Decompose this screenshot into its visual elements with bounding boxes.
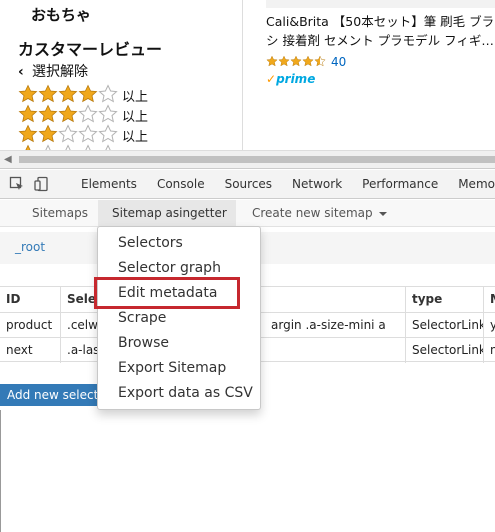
scrollbar-thumb[interactable] xyxy=(19,156,495,163)
star-icon xyxy=(290,55,302,67)
clear-selection-link[interactable]: ‹ 選択解除 xyxy=(18,61,88,81)
review-count[interactable]: 40 xyxy=(331,55,346,69)
star-icon xyxy=(38,104,58,122)
breadcrumb-root[interactable]: _root xyxy=(15,240,45,254)
amazon-page: おもちゃ カスタマーレビュー ‹選択解除 以上以上以上以上 Cali&Brita… xyxy=(0,0,495,150)
menu-item-selectors[interactable]: Selectors xyxy=(98,231,260,256)
product-rating[interactable]: 40 xyxy=(266,52,346,71)
row-selector-tail: argin .a-size-mini a xyxy=(271,318,386,332)
prime-badge: ✓prime xyxy=(266,72,315,86)
star-icon xyxy=(278,55,290,67)
caret-down-icon xyxy=(379,211,388,216)
chevron-left-icon: ‹ xyxy=(18,64,24,80)
tab-network[interactable]: Network xyxy=(282,177,352,191)
nav-sitemap-menu[interactable]: Sitemap asingetter xyxy=(98,200,236,243)
add-new-selector-button[interactable]: Add new selector xyxy=(0,384,100,406)
tab-console[interactable]: Console xyxy=(147,177,215,191)
inspect-element-icon[interactable] xyxy=(9,175,25,193)
menu-item-export-csv[interactable]: Export data as CSV xyxy=(98,381,260,406)
clear-selection-label: 選択解除 xyxy=(32,64,88,80)
product-stars xyxy=(266,52,326,71)
nav-sitemap-menu-label: Sitemap asingetter xyxy=(112,206,227,220)
product-title[interactable]: Cali&Brita 【50本セット】筆 刷毛 ブラシ 接着剤 セメント プラモ… xyxy=(266,12,495,50)
star-icon xyxy=(314,55,326,67)
category-toy-link[interactable]: おもちゃ xyxy=(31,4,91,25)
product-image[interactable] xyxy=(266,0,495,8)
prime-check-icon: ✓ xyxy=(266,72,277,86)
menu-item-browse[interactable]: Browse xyxy=(98,331,260,356)
nav-create-sitemap[interactable]: Create new sitemap xyxy=(252,200,388,227)
row-type: SelectorLink xyxy=(405,338,483,363)
rating-filter-label: 以上 xyxy=(122,89,149,105)
annotation-highlight-box xyxy=(94,277,240,309)
star-icon xyxy=(78,103,98,122)
rating-filter-label: 以上 xyxy=(122,129,149,145)
star-icon xyxy=(58,104,78,122)
panel-edge xyxy=(0,410,1,532)
menu-item-scrape[interactable]: Scrape xyxy=(98,306,260,331)
star-icon xyxy=(98,83,118,102)
header-id: ID xyxy=(6,292,21,306)
customer-reviews-heading: カスタマーレビュー xyxy=(18,40,163,59)
star-icon xyxy=(266,55,278,67)
star-icon xyxy=(18,84,38,102)
prime-label: prime xyxy=(276,72,316,86)
tab-memory[interactable]: Memory xyxy=(448,177,495,191)
star-icon xyxy=(98,123,118,142)
header-multiple: M xyxy=(483,287,495,312)
row-id: next xyxy=(6,343,33,357)
star-icon xyxy=(18,124,38,142)
nav-create-sitemap-label: Create new sitemap xyxy=(252,206,373,220)
menu-item-export-sitemap[interactable]: Export Sitemap xyxy=(98,356,260,381)
star-icon xyxy=(18,104,38,122)
star-icon xyxy=(78,123,98,142)
product-card: Cali&Brita 【50本セット】筆 刷毛 ブラシ 接着剤 セメント プラモ… xyxy=(266,0,495,150)
row-multiple: n xyxy=(483,338,495,363)
scraper-navbar: Sitemaps Sitemap asingetter Create new s… xyxy=(0,200,495,243)
tab-performance[interactable]: Performance xyxy=(352,177,448,191)
sitemap-dropdown-menu: Selectors Selector graph Edit metadata S… xyxy=(97,226,261,410)
rating-filter-label: 以上 xyxy=(122,109,149,125)
tab-elements[interactable]: Elements xyxy=(71,177,147,191)
amazon-sidebar: おもちゃ カスタマーレビュー ‹選択解除 以上以上以上以上 xyxy=(0,0,243,150)
tab-sources[interactable]: Sources xyxy=(215,177,282,191)
star-icon xyxy=(38,84,58,102)
star-icon xyxy=(58,123,78,142)
star-icon xyxy=(58,84,78,102)
star-icon xyxy=(38,124,58,142)
devtools-tab-bar: Elements Console Sources Network Perform… xyxy=(0,170,495,199)
row-type: SelectorLink xyxy=(405,313,483,338)
scroll-left-icon[interactable]: ◀ xyxy=(4,154,12,165)
row-id: product xyxy=(6,318,53,332)
star-icon xyxy=(78,84,98,102)
star-icon xyxy=(302,55,314,67)
row-multiple: y xyxy=(483,313,495,338)
nav-sitemaps[interactable]: Sitemaps xyxy=(32,200,88,227)
horizontal-scrollbar[interactable]: ◀ xyxy=(0,150,495,169)
star-icon xyxy=(98,103,118,122)
header-type: type xyxy=(405,287,483,312)
device-toolbar-icon[interactable] xyxy=(34,175,50,193)
